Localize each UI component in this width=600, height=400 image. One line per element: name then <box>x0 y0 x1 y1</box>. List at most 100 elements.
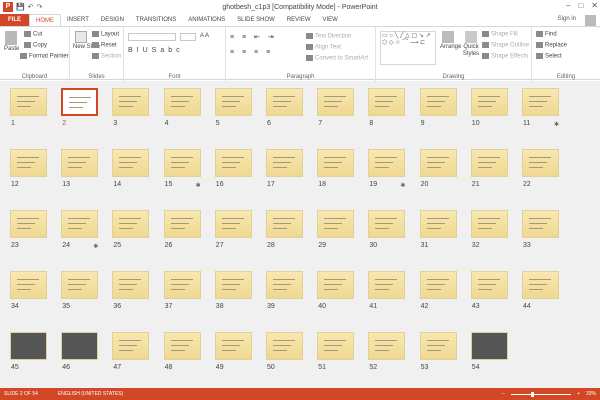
slide-thumbnail[interactable] <box>214 332 252 360</box>
language-indicator[interactable]: ENGLISH (UNITED STATES) <box>58 391 123 397</box>
align-text-button[interactable]: Align Text <box>306 44 341 51</box>
undo-icon[interactable]: ↶ <box>28 3 34 11</box>
section-button[interactable]: Section <box>92 53 121 60</box>
format-painter-button[interactable]: Format Painter <box>20 53 69 60</box>
slide-thumbnail[interactable] <box>10 332 47 360</box>
slide-thumbnail[interactable] <box>112 149 150 177</box>
slide-thumbnail[interactable] <box>163 332 201 360</box>
slide-thumbnail[interactable] <box>522 149 559 177</box>
layout-button[interactable]: Layout <box>92 31 119 38</box>
cut-button[interactable]: Cut <box>24 31 42 38</box>
slide-thumbnail[interactable] <box>112 88 150 116</box>
tab-file[interactable]: FILE <box>0 14 29 26</box>
slide-thumbnail[interactable] <box>419 88 457 116</box>
reset-button[interactable]: Reset <box>92 42 117 49</box>
slide-thumbnail[interactable] <box>522 210 559 238</box>
zoom-slider[interactable] <box>511 391 572 397</box>
slide-thumbnail[interactable] <box>163 210 201 238</box>
slide-thumbnail[interactable] <box>470 88 508 116</box>
select-button[interactable]: Select <box>536 53 562 60</box>
slide-thumbnail[interactable] <box>419 210 457 238</box>
save-icon[interactable]: 💾 <box>16 3 25 11</box>
font-name-combo[interactable] <box>128 33 176 41</box>
shapes-gallery[interactable]: ▭ ○ ╲ ╱ △ ▢ ↘ ↗ ⬡ ◇ ☆ ⌒ ⟶ ⊏ <box>380 31 436 65</box>
tab-slide-show[interactable]: SLIDE SHOW <box>231 14 281 26</box>
slide-thumbnail[interactable] <box>112 332 150 360</box>
align-buttons[interactable]: ≡ ≡ ≡ ≡ <box>230 49 273 56</box>
find-button[interactable]: Find <box>536 31 557 38</box>
slide-thumbnail[interactable] <box>10 210 47 238</box>
tab-review[interactable]: REVIEW <box>281 14 317 26</box>
zoom-slider-knob[interactable] <box>530 391 534 397</box>
slide-thumbnail[interactable] <box>163 149 201 177</box>
slide-thumbnail[interactable] <box>470 332 508 360</box>
list-buttons[interactable]: ≡ ≡ ⇤ ⇥ <box>230 33 277 41</box>
slide-thumbnail[interactable] <box>368 271 406 299</box>
slide-thumbnail[interactable] <box>470 210 508 238</box>
slide-sorter[interactable]: 1 2 3 4 5 6 7 8 9 10 11 ✱ 12 13 14 15 ✱ 16 17 18 19 ✱ 20 21 22 23… <box>0 81 600 388</box>
slide-thumbnail[interactable] <box>10 149 47 177</box>
replace-button[interactable]: Replace <box>536 42 567 49</box>
slide-thumbnail[interactable] <box>317 332 355 360</box>
zoom-level[interactable]: 33% <box>586 391 596 397</box>
shape-outline-button[interactable]: Shape Outline <box>482 42 529 49</box>
zoom-in-button[interactable]: + <box>577 391 580 397</box>
slide-thumbnail[interactable] <box>419 271 457 299</box>
slide-thumbnail[interactable] <box>368 88 406 116</box>
slide-thumbnail[interactable] <box>317 149 355 177</box>
slide-thumbnail[interactable] <box>61 210 99 238</box>
paste-button[interactable]: Paste <box>4 31 19 52</box>
slide-thumbnail[interactable] <box>214 210 252 238</box>
slide-thumbnail[interactable] <box>214 271 252 299</box>
font-grow-icon[interactable]: A A <box>200 33 209 39</box>
quick-styles-button[interactable]: Quick Styles <box>462 31 480 58</box>
tab-animations[interactable]: ANIMATIONS <box>182 14 231 26</box>
tab-transitions[interactable]: TRANSITIONS <box>130 14 182 26</box>
slide-thumbnail[interactable] <box>61 88 99 116</box>
slide-thumbnail[interactable] <box>112 271 150 299</box>
slide-thumbnail[interactable] <box>317 88 355 116</box>
copy-button[interactable]: Copy <box>24 42 47 49</box>
slide-thumbnail[interactable] <box>10 88 47 116</box>
slide-thumbnail[interactable] <box>419 332 457 360</box>
sign-in-link[interactable]: Sign in <box>558 16 576 22</box>
text-direction-button[interactable]: Text Direction <box>306 33 351 40</box>
redo-icon[interactable]: ↷ <box>37 3 43 11</box>
slide-thumbnail[interactable] <box>470 271 508 299</box>
close-button[interactable]: ✕ <box>591 1 598 10</box>
slide-thumbnail[interactable] <box>368 210 406 238</box>
tab-design[interactable]: DESIGN <box>95 14 130 26</box>
slide-thumbnail[interactable] <box>61 271 99 299</box>
zoom-out-button[interactable]: − <box>502 391 505 397</box>
slide-thumbnail[interactable] <box>522 88 559 116</box>
slide-thumbnail[interactable] <box>419 149 457 177</box>
slide-thumbnail[interactable] <box>470 149 508 177</box>
slide-thumbnail[interactable] <box>522 271 559 299</box>
slide-thumbnail[interactable] <box>214 149 252 177</box>
maximize-button[interactable]: □ <box>578 1 583 10</box>
shape-fill-button[interactable]: Shape Fill <box>482 31 518 38</box>
slide-thumbnail[interactable] <box>317 210 355 238</box>
tab-insert[interactable]: INSERT <box>61 14 95 26</box>
slide-thumbnail[interactable] <box>317 271 355 299</box>
arrange-button[interactable]: Arrange <box>440 31 461 50</box>
slide-thumbnail[interactable] <box>266 149 303 177</box>
slide-thumbnail[interactable] <box>214 88 252 116</box>
slide-thumbnail[interactable] <box>112 210 150 238</box>
shape-effects-button[interactable]: Shape Effects <box>482 53 528 60</box>
new-slide-button[interactable]: New Slide <box>73 31 100 50</box>
slide-thumbnail[interactable] <box>368 332 406 360</box>
minimize-button[interactable]: – <box>566 1 570 10</box>
tab-home[interactable]: HOME <box>29 14 61 26</box>
slide-thumbnail[interactable] <box>163 88 201 116</box>
slide-thumbnail[interactable] <box>61 332 99 360</box>
tab-view[interactable]: VIEW <box>317 14 344 26</box>
slide-thumbnail[interactable] <box>10 271 47 299</box>
slide-thumbnail[interactable] <box>266 271 303 299</box>
font-style-buttons[interactable]: BIUSabc <box>128 47 184 54</box>
slide-thumbnail[interactable] <box>368 149 406 177</box>
font-size-combo[interactable] <box>180 33 196 41</box>
slide-thumbnail[interactable] <box>61 149 99 177</box>
avatar[interactable] <box>585 15 596 26</box>
slide-thumbnail[interactable] <box>266 332 303 360</box>
